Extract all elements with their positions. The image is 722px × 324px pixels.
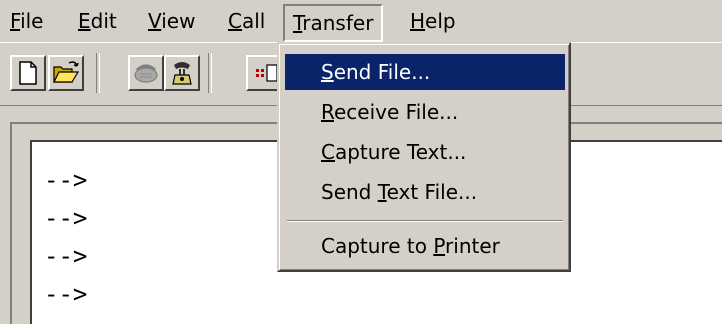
menu-item-mnemonic: P bbox=[433, 234, 446, 258]
menu-file-mnemonic: F bbox=[10, 9, 21, 33]
terminal-line: --> bbox=[44, 280, 88, 308]
menu-edit-label: dit bbox=[90, 9, 117, 33]
terminal-line: --> bbox=[44, 204, 88, 232]
connect-phone-icon bbox=[172, 62, 192, 85]
menu-item-mnemonic: T bbox=[377, 180, 387, 204]
toolbar-separator bbox=[208, 53, 212, 93]
menu-item-label: rinter bbox=[445, 234, 500, 258]
menu-item-send-text-file[interactable]: Send Text File... bbox=[285, 174, 565, 210]
menu-item-label: ext File... bbox=[386, 180, 478, 204]
menu-view-mnemonic: V bbox=[148, 9, 162, 33]
new-document-icon bbox=[19, 61, 37, 85]
menu-transfer-label: ransfer bbox=[302, 11, 374, 35]
menu-view[interactable]: View bbox=[142, 7, 201, 35]
menu-transfer-mnemonic: T bbox=[293, 11, 303, 35]
new-connection-button[interactable] bbox=[10, 55, 46, 91]
menu-call-label: all bbox=[241, 9, 266, 33]
menu-help-mnemonic: H bbox=[410, 9, 426, 33]
terminal-line: --> bbox=[44, 242, 88, 270]
menu-item-capture-text[interactable]: Capture Text... bbox=[285, 134, 565, 170]
menu-file[interactable]: File bbox=[4, 7, 49, 35]
open-folder-icon bbox=[53, 61, 80, 83]
menu-item-receive-file[interactable]: Receive File... bbox=[285, 94, 565, 130]
menu-separator bbox=[287, 220, 563, 222]
menu-bar: File Edit View Call Transfer Help bbox=[0, 0, 722, 42]
menu-transfer[interactable]: Transfer bbox=[283, 4, 384, 42]
menu-item-label: eceive File... bbox=[334, 100, 459, 124]
terminal-line: --> bbox=[44, 166, 88, 194]
menu-item-label: end File... bbox=[333, 60, 431, 84]
menu-file-label: ile bbox=[20, 9, 44, 33]
menu-item-mnemonic: C bbox=[321, 140, 335, 164]
toolbar-separator bbox=[96, 53, 100, 93]
menu-call[interactable]: Call bbox=[222, 7, 271, 35]
menu-item-mnemonic: R bbox=[321, 100, 334, 124]
menu-call-mnemonic: C bbox=[228, 9, 242, 33]
transfer-menu-dropdown: Send File... Receive File... Capture Tex… bbox=[277, 42, 571, 272]
menu-item-label: apture Text... bbox=[334, 140, 467, 164]
menu-edit[interactable]: Edit bbox=[72, 7, 123, 35]
menu-item-capture-to-printer[interactable]: Capture to Printer bbox=[285, 228, 565, 264]
menu-item-mnemonic: S bbox=[321, 60, 334, 84]
menu-item-label-prefix: Send bbox=[321, 180, 378, 204]
menu-item-label-prefix: Capture to bbox=[321, 234, 434, 258]
open-button[interactable] bbox=[48, 55, 84, 91]
menu-item-send-file[interactable]: Send File... bbox=[285, 54, 565, 90]
disconnected-phone-icon bbox=[134, 64, 158, 83]
menu-help-label: elp bbox=[425, 9, 456, 33]
disconnect-button[interactable] bbox=[128, 55, 164, 91]
connect-button[interactable] bbox=[164, 55, 200, 91]
menu-edit-mnemonic: E bbox=[78, 9, 91, 33]
menu-help[interactable]: Help bbox=[404, 7, 462, 35]
menu-view-label: iew bbox=[161, 9, 196, 33]
